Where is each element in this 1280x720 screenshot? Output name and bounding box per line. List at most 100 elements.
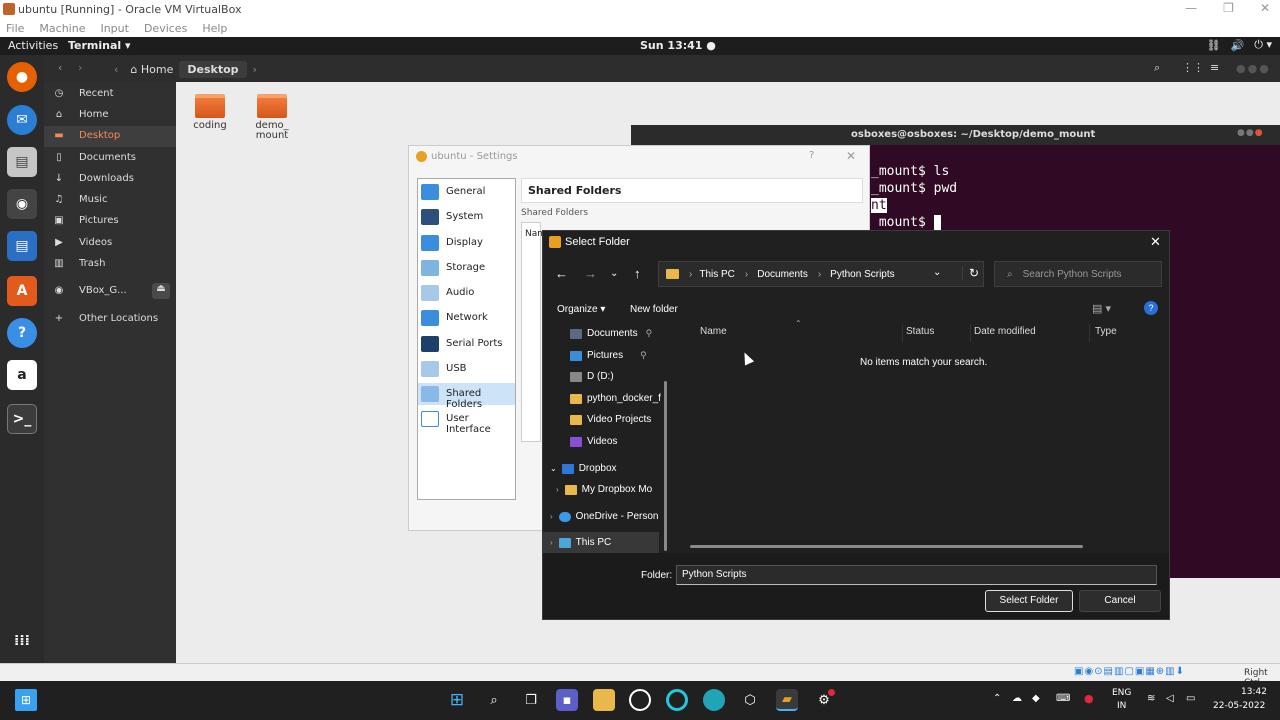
cortana-icon[interactable]	[666, 689, 688, 711]
menu-input[interactable]: Input	[100, 22, 128, 35]
nav-item-dropbox[interactable]: ⌄ Dropbox	[550, 458, 617, 479]
rhythmbox-icon[interactable]: ◉	[7, 189, 37, 219]
window-controls-icon[interactable]: ●●●	[1236, 62, 1271, 75]
folder-demo-mount[interactable]: demo_ mount	[254, 94, 290, 141]
sidebar-item-pictures[interactable]: ▣ Pictures	[44, 211, 176, 232]
back-arrow-icon[interactable]: ←	[555, 266, 568, 281]
region-indicator[interactable]: IN	[1117, 701, 1126, 711]
expand-right-icon[interactable]: ›	[550, 538, 553, 547]
breadcrumb-python-scripts[interactable]: Python Scripts	[830, 269, 894, 280]
forward-arrow-icon[interactable]: →	[584, 266, 597, 281]
settings-item-storage[interactable]: Storage	[418, 257, 515, 279]
firefox-icon[interactable]: ●	[7, 62, 37, 92]
folder-coding[interactable]: coding	[192, 94, 228, 131]
libreoffice-writer-icon[interactable]: ▤	[7, 231, 37, 261]
language-indicator[interactable]: ENG	[1112, 688, 1131, 698]
shared-folders-table[interactable]: Nam	[521, 222, 546, 442]
hamburger-menu-icon[interactable]: ≡	[1210, 61, 1219, 74]
menu-help[interactable]: Help	[202, 22, 227, 35]
activities-button[interactable]: Activities	[8, 39, 58, 52]
search-icon[interactable]: ⌕	[1154, 61, 1160, 75]
3d-viewer-icon[interactable]: ⬡	[739, 689, 761, 711]
obs-icon[interactable]	[629, 689, 651, 711]
sidebar-item-other-locations[interactable]: + Other Locations	[44, 309, 176, 330]
pin-icon[interactable]: ⚲	[646, 328, 653, 339]
sidebar-item-downloads[interactable]: ↓ Downloads	[44, 169, 176, 190]
search-box[interactable]: ⌕ Search Python Scripts	[994, 261, 1162, 287]
nav-item-my-dropbox[interactable]: › My Dropbox Mo	[556, 479, 652, 500]
keyboard-icon[interactable]: ⌨	[1056, 693, 1070, 704]
nav-item-onedrive[interactable]: › OneDrive - Person	[550, 506, 658, 527]
search-icon[interactable]: ⌕	[483, 689, 505, 711]
settings-item-general[interactable]: General	[418, 181, 515, 203]
battery-icon[interactable]: ▭	[1186, 693, 1195, 704]
expand-right-icon[interactable]: ›	[556, 485, 559, 494]
teams-chat-icon[interactable]: ▪	[556, 689, 578, 711]
help-icon[interactable]: ?	[1144, 301, 1158, 315]
amazon-icon[interactable]: a	[7, 360, 37, 390]
minimize-icon[interactable]: —	[1185, 1, 1197, 15]
files-icon[interactable]: ▤	[7, 147, 37, 177]
close-icon[interactable]: ✕	[1260, 1, 1270, 15]
show-applications-icon[interactable]: ⁞⁞⁞	[7, 626, 37, 656]
nav-item-python-docker[interactable]: python_docker_f	[570, 388, 661, 409]
wifi-icon[interactable]: ≋	[1147, 693, 1155, 704]
settings-item-usb[interactable]: USB	[418, 358, 515, 380]
breadcrumb-this-pc[interactable]: This PC	[699, 269, 735, 280]
column-header-name[interactable]: Name	[700, 326, 727, 337]
cancel-button[interactable]: Cancel	[1079, 590, 1161, 612]
settings-item-network[interactable]: Network	[418, 307, 515, 329]
settings-item-audio[interactable]: Audio	[418, 282, 515, 304]
sidebar-item-music[interactable]: ♫ Music	[44, 190, 176, 211]
nav-item-pictures[interactable]: Pictures ⚲	[570, 345, 647, 366]
sidebar-item-vbox[interactable]: ◉ VBox_G... ⏏	[44, 281, 176, 302]
vm-device-icons[interactable]: ▣◉⊙▤▥▢▣▦⊕▥⬇	[1074, 666, 1185, 677]
network-icon[interactable]: ⛓	[1207, 39, 1221, 52]
settings-item-serial-ports[interactable]: Serial Ports	[418, 333, 515, 355]
show-hidden-icons[interactable]: ⌃	[993, 693, 1001, 704]
help-button[interactable]: ?	[809, 150, 814, 161]
volume-icon[interactable]: 🔊	[1231, 39, 1245, 52]
forward-icon[interactable]: ›	[78, 61, 82, 74]
nav-item-this-pc[interactable]: › This PC	[543, 532, 659, 553]
power-icon[interactable]: ⏻ ▾	[1254, 38, 1272, 52]
sidebar-item-home[interactable]: ⌂ Home	[44, 105, 176, 126]
path-home[interactable]: ⌂ Home	[124, 61, 179, 78]
dropbox-tray-icon[interactable]: ◆	[1032, 693, 1040, 704]
thunderbird-icon[interactable]: ✉	[7, 105, 37, 135]
file-explorer-icon[interactable]	[593, 689, 615, 711]
path-desktop[interactable]: Desktop	[179, 60, 247, 78]
sidebar-item-recent[interactable]: ◷ Recent	[44, 84, 176, 105]
app-menu[interactable]: Terminal ▾	[68, 39, 131, 52]
edge-icon[interactable]	[703, 689, 725, 711]
maximize-icon[interactable]: ❐	[1223, 1, 1234, 15]
column-divider[interactable]	[902, 324, 903, 342]
address-dropdown-icon[interactable]: ⌄	[933, 267, 941, 278]
expand-right-icon[interactable]: ›	[550, 512, 553, 521]
back-icon[interactable]: ‹	[58, 61, 62, 74]
nav-item-video-projects[interactable]: Video Projects	[570, 409, 651, 430]
menu-machine[interactable]: Machine	[39, 22, 85, 35]
windows-start-icon[interactable]: ⊞	[446, 689, 468, 711]
settings-item-shared-folders[interactable]: Shared Folders	[418, 383, 515, 410]
nav-item-d-drive[interactable]: D (D:)	[570, 366, 614, 387]
clock[interactable]: Sun 13:41 ●	[640, 39, 716, 52]
onedrive-tray-icon[interactable]: ☁	[1012, 693, 1022, 704]
column-header-type[interactable]: Type	[1095, 326, 1117, 337]
organize-menu[interactable]: Organize ▾	[557, 304, 605, 315]
settings-close-icon[interactable]: ✕	[846, 149, 856, 163]
eject-icon[interactable]: ⏏	[152, 283, 170, 299]
path-left-icon[interactable]: ‹	[114, 63, 118, 76]
sidebar-item-videos[interactable]: ▶ Videos	[44, 233, 176, 254]
column-header-date-modified[interactable]: Date modified	[974, 326, 1036, 337]
view-toggle-icon[interactable]: ▤ ▾	[1092, 302, 1111, 315]
nav-item-documents[interactable]: Documents ⚲	[570, 323, 652, 344]
menu-file[interactable]: File	[6, 22, 24, 35]
new-folder-button[interactable]: New folder	[630, 304, 678, 315]
pin-icon[interactable]: ⚲	[640, 350, 647, 361]
virtualbox-taskbar-icon[interactable]: ▰	[776, 689, 798, 711]
dialog-close-icon[interactable]: ✕	[1150, 234, 1161, 250]
address-bar[interactable]: › This PC › Documents › Python Scripts ⌄…	[658, 261, 984, 287]
nav-scrollbar[interactable]	[664, 381, 667, 551]
horizontal-scrollbar[interactable]	[690, 545, 1083, 548]
